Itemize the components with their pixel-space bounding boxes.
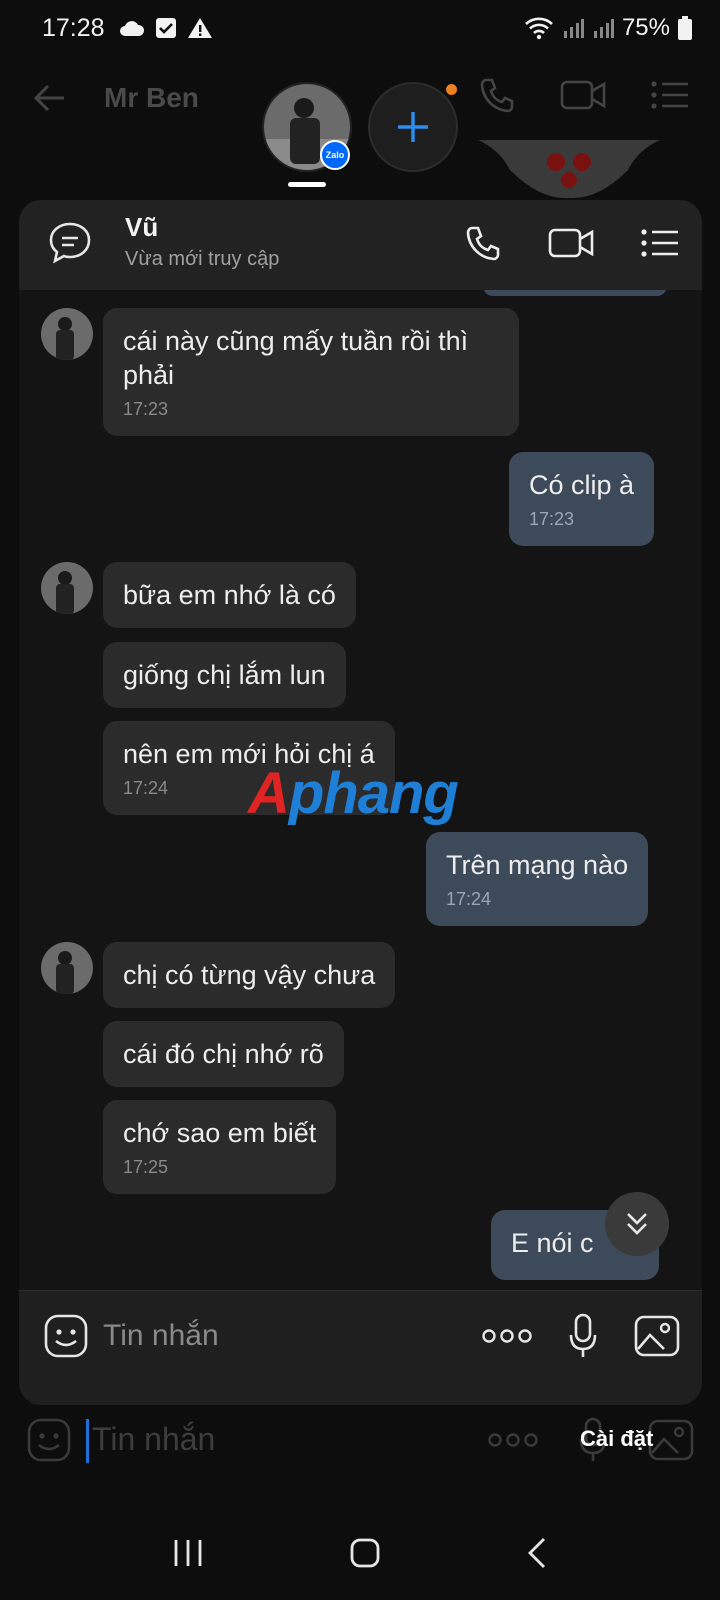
- chat-bubble-icon[interactable]: [47, 220, 93, 266]
- background-composer: Tin nhắn: [0, 1405, 720, 1505]
- back-arrow-icon[interactable]: [32, 80, 68, 116]
- message-incoming[interactable]: giống chị lắm lun: [103, 642, 346, 708]
- settings-label[interactable]: Cài đặt: [580, 1426, 653, 1452]
- notification-dot: [446, 84, 457, 95]
- system-navigation-bar: [0, 1505, 720, 1600]
- plus-icon: [398, 112, 428, 142]
- message-time: 17:23: [123, 399, 169, 419]
- chat-header-actions: [464, 224, 680, 262]
- image-icon[interactable]: [648, 1419, 694, 1461]
- image-icon[interactable]: [634, 1315, 680, 1357]
- watermark-part: phang: [288, 761, 459, 826]
- emoji-icon[interactable]: [26, 1417, 72, 1463]
- chevron-double-down-icon: [627, 1213, 647, 1235]
- battery-icon: [678, 16, 692, 40]
- phone-icon[interactable]: [478, 76, 516, 114]
- status-time: 17:28: [42, 13, 105, 42]
- message-text: Trên mạng nào: [446, 850, 629, 880]
- video-icon[interactable]: [548, 226, 594, 260]
- recent-apps-icon[interactable]: [172, 1538, 204, 1568]
- message-incoming[interactable]: bữa em nhớ là có: [103, 562, 356, 628]
- status-notification-icons: [119, 17, 213, 39]
- message-text: chớ sao em biết: [123, 1118, 317, 1148]
- message-text: cái này cũng mấy tuần rồi thì phải: [123, 326, 469, 390]
- contact-avatar[interactable]: [41, 562, 93, 614]
- composer-actions: [482, 1313, 680, 1359]
- active-bubble-indicator: [288, 182, 326, 187]
- message-text: cái đó chị nhớ rõ: [123, 1039, 324, 1069]
- contact-status: Vừa mới truy cập: [125, 248, 280, 270]
- status-system-icons: 75%: [524, 14, 692, 42]
- contact-name[interactable]: Vũ: [125, 212, 158, 243]
- zalo-badge: Zalo: [320, 140, 350, 170]
- message-outgoing[interactable]: Trên mạng nào 17:24: [426, 832, 649, 926]
- watermark-part: A: [248, 761, 290, 826]
- emoji-icon[interactable]: [43, 1313, 89, 1359]
- message-incoming[interactable]: cái đó chị nhớ rõ: [103, 1021, 344, 1087]
- cloud-icon: [119, 21, 144, 36]
- message-incoming[interactable]: chị có từng vậy chưa: [103, 942, 396, 1008]
- background-header-actions: [478, 76, 690, 114]
- more-icon[interactable]: [482, 1326, 532, 1346]
- background-chat-title[interactable]: Mr Ben: [104, 82, 199, 114]
- mic-icon[interactable]: [568, 1313, 598, 1359]
- message-text: chị có từng vậy chưa: [123, 960, 376, 990]
- contact-avatar[interactable]: [41, 942, 93, 994]
- list-icon[interactable]: [650, 79, 690, 111]
- message-composer: Tin nhắn: [19, 1290, 702, 1405]
- scroll-to-bottom-button[interactable]: [605, 1192, 669, 1256]
- video-icon[interactable]: [560, 78, 606, 112]
- message-incoming[interactable]: cái này cũng mấy tuần rồi thì phải 17:23: [103, 308, 519, 436]
- home-icon[interactable]: [349, 1537, 381, 1569]
- contact-avatar[interactable]: [41, 308, 93, 360]
- phone-icon[interactable]: [464, 224, 502, 262]
- background-chat-header: Mr Ben: [0, 56, 720, 142]
- more-icon[interactable]: [488, 1430, 538, 1450]
- previous-message-edge: [483, 290, 667, 296]
- check-icon: [155, 18, 176, 38]
- message-time: 17:25: [123, 1157, 169, 1177]
- list-icon[interactable]: [640, 227, 680, 259]
- background-sticker: [478, 140, 660, 200]
- warning-icon: [187, 18, 212, 38]
- message-text: Có clip à: [529, 470, 635, 500]
- text-cursor: [86, 1419, 89, 1463]
- message-input[interactable]: Tin nhắn: [103, 1319, 219, 1353]
- message-text: E nói c: [511, 1228, 594, 1258]
- signal-icon: [563, 19, 584, 38]
- signal-icon: [593, 19, 614, 38]
- wifi-icon: [525, 17, 553, 40]
- message-outgoing[interactable]: Có clip à 17:23: [509, 452, 655, 546]
- message-text: bữa em nhớ là có: [123, 580, 336, 610]
- message-text: giống chị lắm lun: [123, 660, 326, 690]
- chat-header: Vũ Vừa mới truy cập: [19, 200, 702, 290]
- back-icon[interactable]: [526, 1537, 548, 1569]
- watermark-logo: Aphang: [248, 760, 459, 827]
- message-time: 17:23: [529, 509, 575, 529]
- message-time: 17:24: [446, 889, 492, 909]
- battery-percent: 75%: [621, 14, 670, 41]
- add-bubble-button[interactable]: [368, 82, 458, 172]
- status-bar: 17:28 75%: [0, 0, 720, 56]
- message-incoming[interactable]: chớ sao em biết 17:25: [103, 1100, 337, 1194]
- background-message-input[interactable]: Tin nhắn: [92, 1421, 215, 1458]
